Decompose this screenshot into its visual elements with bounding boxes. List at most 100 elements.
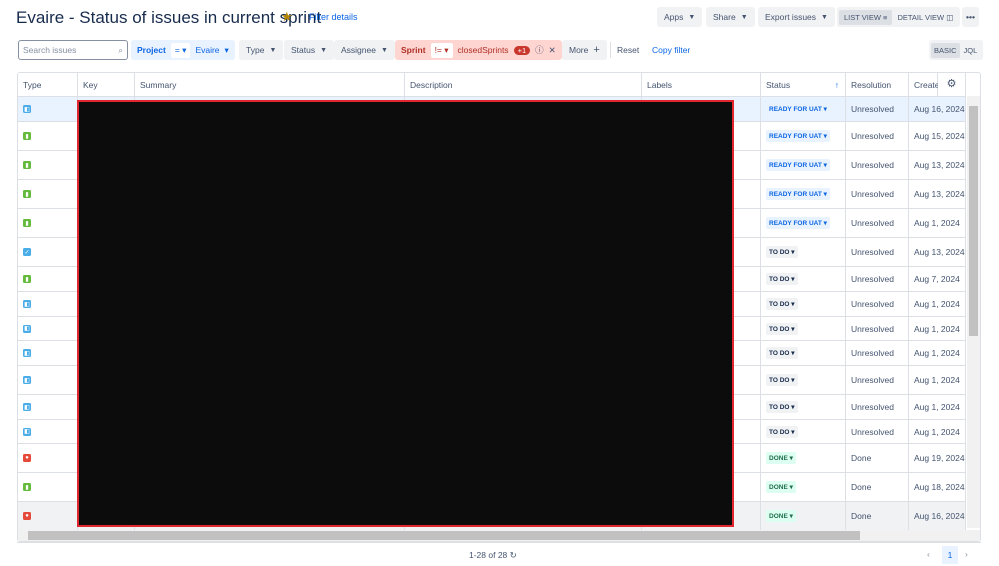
scroll-thumb[interactable] (969, 106, 978, 336)
status-lozenge[interactable]: TO DO ▾ (766, 347, 798, 359)
star-icon[interactable]: ★ (281, 9, 293, 25)
sprint-operator[interactable]: != ▾ (430, 42, 453, 58)
export-button[interactable]: Export issues ▼ (758, 7, 835, 27)
status-lozenge[interactable]: DONE ▾ (766, 510, 796, 522)
more-filters-button[interactable]: More + (562, 40, 607, 60)
plus-icon: + (593, 44, 600, 56)
column-header-summary[interactable]: Summary (135, 73, 405, 97)
redacted-region (77, 100, 734, 527)
story-icon: ▮ (23, 275, 31, 283)
column-label: Labels (647, 80, 673, 90)
result-count: 1-28 of 28 ↻ (469, 550, 517, 561)
column-header-created[interactable]: Created (909, 73, 944, 97)
refresh-icon[interactable]: ↻ (510, 550, 517, 560)
resolution-cell: Unresolved (846, 209, 909, 237)
scroll-thumb[interactable] (28, 531, 860, 540)
close-icon[interactable]: ✕ (549, 45, 556, 56)
created-cell: Aug 16, 2024 (909, 97, 966, 121)
column-header-key[interactable]: Key (78, 73, 135, 97)
sort-ascending-icon[interactable]: ↑ (835, 80, 839, 90)
list-view-button[interactable]: LIST VIEW ≡ (839, 9, 893, 25)
sprint-filter[interactable]: Sprint != ▾ closedSprints +1 ⓘ ✕ (395, 40, 562, 60)
search-input[interactable]: Search issues ⌕ (18, 40, 128, 60)
basic-button[interactable]: BASIC (931, 42, 960, 58)
status-text: DONE (769, 484, 788, 491)
count-text: 1-28 of 28 (469, 550, 508, 560)
divider (610, 42, 611, 58)
info-icon[interactable]: ⓘ (535, 44, 544, 56)
view-toggle: LIST VIEW ≡ DETAIL VIEW ◫ (837, 7, 961, 27)
prev-page-button[interactable]: ‹ (927, 549, 930, 559)
status-lozenge[interactable]: READY FOR UAT ▾ (766, 159, 830, 171)
reset-button[interactable]: Reset (617, 45, 639, 55)
column-header-labels[interactable]: Labels (642, 73, 761, 97)
status-lozenge[interactable]: TO DO ▾ (766, 322, 798, 335)
sprint-value: closedSprints (457, 45, 509, 55)
resolution-cell: Unresolved (846, 267, 909, 291)
created-cell: Aug 1, 2024 (909, 209, 966, 237)
column-header-type[interactable]: Type (18, 73, 78, 97)
status-text: READY FOR UAT (769, 220, 822, 227)
status-text: TO DO (769, 377, 790, 384)
created-cell: Aug 1, 2024 (909, 341, 966, 365)
status-lozenge[interactable]: TO DO ▾ (766, 273, 798, 285)
column-header-resolution[interactable]: Resolution (846, 73, 909, 97)
column-header-status[interactable]: Status ↑ (761, 73, 846, 97)
created-cell: Aug 19, 2024 (909, 444, 966, 472)
status-lozenge[interactable]: TO DO ▾ (766, 401, 798, 413)
copy-filter-link[interactable]: Copy filter (652, 45, 690, 55)
bug-icon: ● (23, 454, 31, 462)
project-operator[interactable]: = ▾ (170, 42, 191, 58)
page-title: Evaire - Status of issues in current spr… (16, 8, 322, 27)
status-lozenge[interactable]: READY FOR UAT ▾ (766, 103, 830, 115)
status-lozenge[interactable]: TO DO ▾ (766, 246, 798, 258)
status-text: TO DO (769, 325, 790, 333)
type-filter[interactable]: Type ▼ (239, 40, 284, 60)
horizontal-scrollbar[interactable] (18, 530, 980, 541)
status-lozenge[interactable]: READY FOR UAT ▾ (766, 217, 830, 229)
filter-details-link[interactable]: Filter details (309, 12, 358, 22)
status-lozenge[interactable]: DONE ▾ (766, 452, 796, 464)
subtask-icon: ◧ (23, 105, 31, 113)
vertical-scrollbar[interactable] (967, 96, 980, 528)
status-lozenge[interactable]: READY FOR UAT ▾ (766, 130, 830, 142)
resolution-cell: Unresolved (846, 366, 909, 394)
status-text: TO DO (769, 301, 790, 308)
apps-button[interactable]: Apps ▼ (657, 7, 703, 27)
status-filter[interactable]: Status ▼ (284, 40, 335, 60)
story-icon: ▮ (23, 161, 31, 169)
column-settings-icon[interactable]: ⚙ (938, 73, 966, 97)
status-text: TO DO (769, 428, 790, 436)
status-lozenge[interactable]: DONE ▾ (766, 481, 796, 493)
created-cell: Aug 1, 2024 (909, 395, 966, 419)
jql-button[interactable]: JQL (960, 43, 982, 58)
status-lozenge[interactable]: TO DO ▾ (766, 374, 798, 386)
page-1-button[interactable]: 1 (942, 546, 958, 564)
chevron-down-icon: ▾ (224, 44, 229, 55)
resolution-cell: Unresolved (846, 97, 909, 121)
subtask-icon: ◧ (23, 376, 31, 384)
subtask-icon: ◧ (23, 403, 31, 411)
created-cell: Aug 7, 2024 (909, 267, 966, 291)
created-cell: Aug 15, 2024 (909, 122, 966, 150)
more-actions-button[interactable]: ••• (962, 7, 979, 27)
status-lozenge[interactable]: TO DO ▾ (766, 425, 798, 438)
created-cell: Aug 1, 2024 (909, 292, 966, 316)
next-page-button[interactable]: › (965, 549, 968, 559)
status-label: Status (291, 45, 316, 55)
detail-view-button[interactable]: DETAIL VIEW ◫ (892, 10, 958, 25)
share-button[interactable]: Share ▼ (706, 7, 755, 27)
status-lozenge[interactable]: TO DO ▾ (766, 298, 798, 310)
resolution-cell: Done (846, 473, 909, 501)
created-cell: Aug 13, 2024 (909, 238, 966, 266)
resolution-cell: Unresolved (846, 238, 909, 266)
status-text: READY FOR UAT (769, 106, 822, 113)
project-filter[interactable]: Project = ▾ Evaire ▾ (131, 40, 235, 60)
chevron-down-icon: ▼ (269, 46, 277, 54)
column-header-description[interactable]: Description (405, 73, 642, 97)
assignee-filter[interactable]: Assignee ▼ (334, 40, 395, 60)
resolution-cell: Done (846, 502, 909, 530)
status-lozenge[interactable]: READY FOR UAT ▾ (766, 188, 830, 200)
subtask-icon: ◧ (23, 300, 31, 308)
created-cell: Aug 13, 2024 (909, 151, 966, 179)
